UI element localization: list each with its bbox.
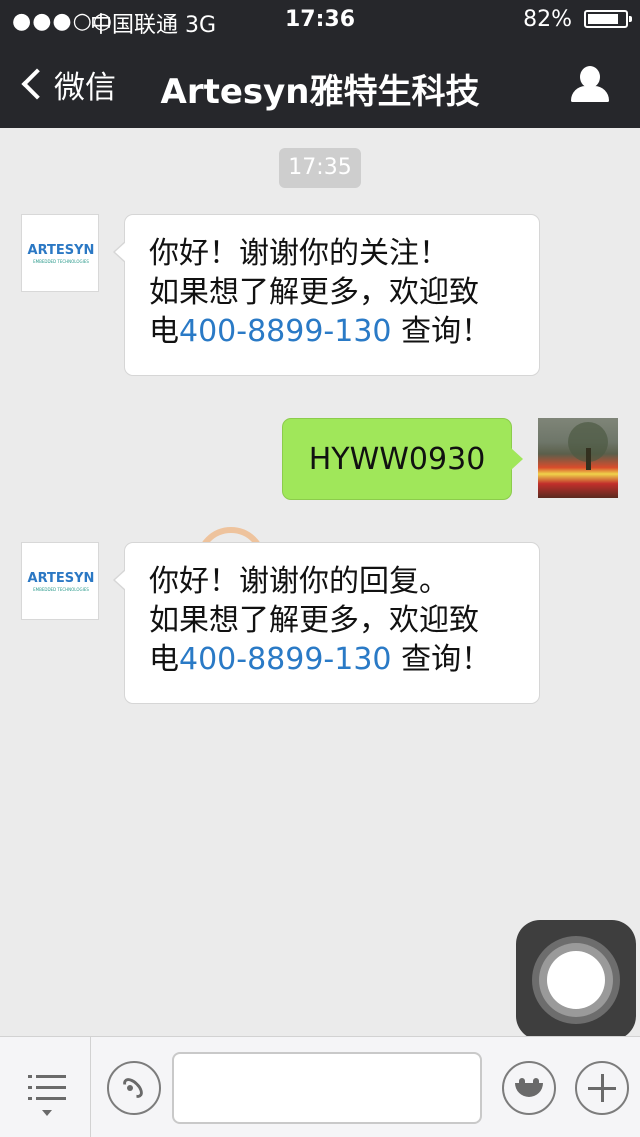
- message-line: 电400-8899-130 查询！: [149, 314, 492, 349]
- message-text: HYWW0930: [308, 442, 486, 477]
- message-line: 如果想了解更多，欢迎致: [149, 603, 479, 638]
- emoji-button[interactable]: [502, 1061, 556, 1115]
- more-button[interactable]: [575, 1061, 629, 1115]
- list-menu-icon: [42, 1110, 52, 1116]
- input-toolbar: [0, 1036, 640, 1137]
- artesyn-logo: ARTESYN: [27, 571, 95, 586]
- nav-bar: 微信 Artesyn雅特生科技: [0, 40, 640, 128]
- artesyn-avatar[interactable]: ARTESYN EMBEDDED TECHNOLOGIES: [21, 214, 99, 292]
- battery-percent: 82%: [523, 7, 572, 32]
- phone-link[interactable]: 400-8899-130: [179, 642, 392, 677]
- emoji-icon: [515, 1083, 543, 1097]
- battery-icon: [584, 10, 632, 28]
- phone-link[interactable]: 400-8899-130: [179, 314, 392, 349]
- battery-fill: [588, 14, 618, 24]
- assistive-touch-icon: [547, 951, 605, 1009]
- message-line: 如果想了解更多，欢迎致: [149, 275, 479, 310]
- artesyn-tagline: EMBEDDED TECHNOLOGIES: [33, 259, 89, 264]
- received-message-bubble[interactable]: 你好！谢谢你的回复。 如果想了解更多，欢迎致 电400-8899-130 查询！: [113, 542, 540, 704]
- menu-toggle-button[interactable]: [0, 1037, 91, 1137]
- sent-message-bubble[interactable]: HYWW0930: [282, 418, 523, 500]
- artesyn-tagline: EMBEDDED TECHNOLOGIES: [33, 587, 89, 592]
- person-icon: [580, 66, 600, 88]
- message-input[interactable]: [172, 1052, 482, 1124]
- received-message-bubble[interactable]: 你好！谢谢你的关注！ 如果想了解更多，欢迎致 电400-8899-130 查询！: [113, 214, 540, 376]
- assistive-touch-button[interactable]: [516, 920, 636, 1040]
- voice-button[interactable]: [107, 1061, 161, 1115]
- status-bar: ●●●○○ 中国联通 3G 17:36 82%: [0, 0, 640, 40]
- message-timestamp: 17:35: [279, 148, 361, 188]
- message-line: 你好！谢谢你的关注！: [149, 236, 449, 271]
- message-line: 电400-8899-130 查询！: [149, 642, 492, 677]
- chat-title: Artesyn雅特生科技: [160, 72, 480, 112]
- artesyn-avatar[interactable]: ARTESYN EMBEDDED TECHNOLOGIES: [21, 542, 99, 620]
- profile-button[interactable]: [570, 66, 610, 104]
- artesyn-logo: ARTESYN: [27, 243, 95, 258]
- message-line: 你好！谢谢你的回复。: [149, 564, 449, 599]
- user-avatar[interactable]: [538, 418, 618, 498]
